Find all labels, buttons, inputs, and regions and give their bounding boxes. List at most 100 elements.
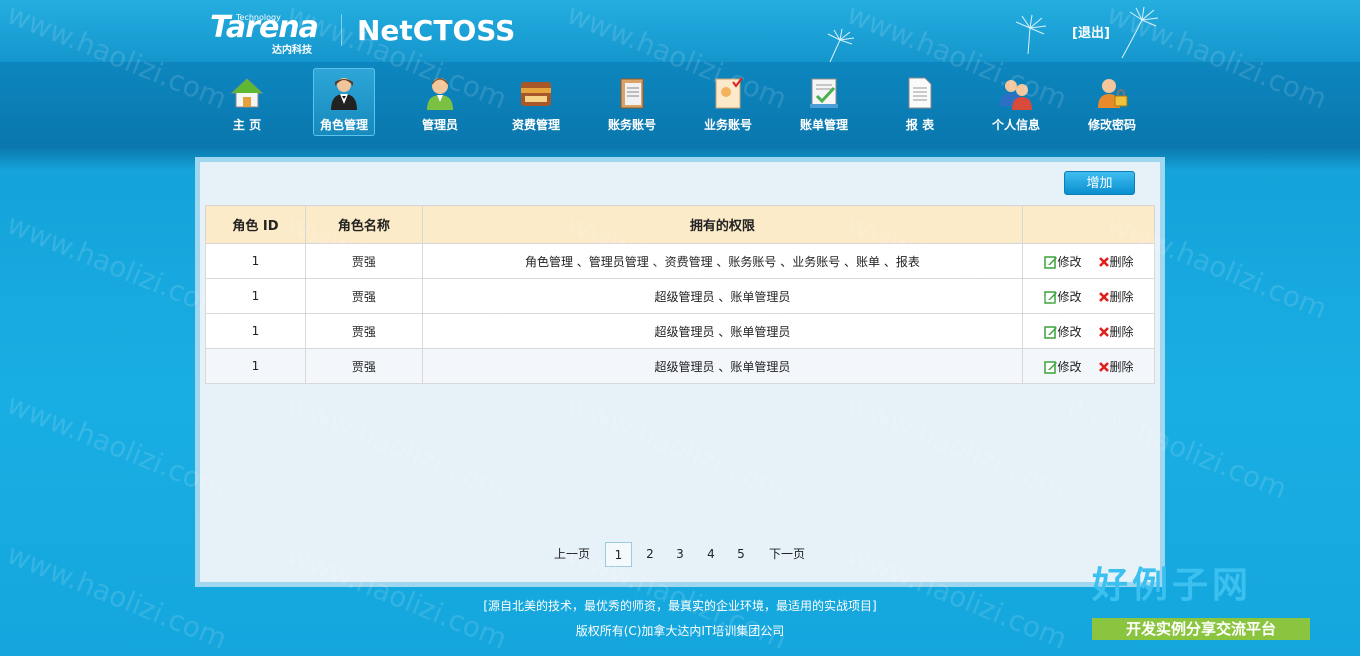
cell-actions: 修改 删除 — [1022, 313, 1155, 349]
table-row: 1 贾强 超级管理员 、账单管理员 修改 删除 — [205, 278, 1155, 314]
product-title: NetCTOSS — [357, 14, 516, 47]
page-link[interactable]: 3 — [673, 542, 687, 567]
nav-label-bill: 账单管理 — [799, 118, 848, 132]
edit-icon — [1043, 256, 1057, 269]
nav-label-user-info: 个人信息 — [991, 118, 1040, 132]
edit-label: 修改 — [1057, 359, 1082, 374]
delete-label: 删除 — [1109, 359, 1134, 374]
nav-item-role[interactable]: 角色管理 — [313, 68, 375, 136]
column-header-actions — [1022, 205, 1155, 244]
next-page-link[interactable]: 下一页 — [767, 542, 807, 567]
table-header-row: 角色 ID 角色名称 拥有的权限 — [205, 205, 1155, 244]
nav-label-fee: 资费管理 — [511, 118, 560, 132]
cell-permissions: 超级管理员 、账单管理员 — [421, 348, 1024, 384]
delete-button[interactable]: 删除 — [1098, 288, 1134, 305]
home-icon — [230, 76, 264, 110]
nav-item-account[interactable]: 账务账号 — [601, 68, 663, 136]
table-row: 1 贾强 角色管理 、管理员管理 、资费管理 、账务账号 、业务账号 、账单 、… — [205, 243, 1155, 279]
cell-actions: 修改 删除 — [1022, 278, 1155, 314]
column-header-role-name: 角色名称 — [304, 205, 423, 244]
add-role-button[interactable]: 增加 — [1064, 171, 1135, 195]
close-icon — [1098, 292, 1109, 302]
password-icon — [1095, 76, 1129, 110]
main-nav — [0, 62, 1360, 148]
delete-label: 删除 — [1109, 254, 1134, 269]
cell-role-name: 贾强 — [304, 278, 423, 314]
cell-role-name: 贾强 — [304, 243, 423, 279]
brand-cn: 达内科技 — [272, 45, 312, 56]
close-icon — [1098, 362, 1109, 372]
table-row: 1 贾强 超级管理员 、账单管理员 修改 删除 — [205, 313, 1155, 349]
watermark-logo: 好例子网 开发实例分享交流平台 — [1092, 556, 1312, 646]
nav-item-home[interactable]: 主 页 — [216, 68, 278, 136]
edit-icon — [1043, 291, 1057, 304]
nav-label-account: 账务账号 — [607, 118, 656, 132]
cell-permissions: 超级管理员 、账单管理员 — [421, 278, 1024, 314]
dandelion-decoration-icon — [827, 28, 855, 62]
cell-role-id: 1 — [205, 243, 306, 279]
cell-permissions: 角色管理 、管理员管理 、资费管理 、账务账号 、业务账号 、账单 、报表 — [421, 243, 1024, 279]
edit-button[interactable]: 修改 — [1043, 358, 1082, 375]
nav-label-admin: 管理员 — [421, 118, 458, 132]
column-header-role-id: 角色 ID — [205, 205, 306, 244]
brand-logo: Tarena — [210, 10, 319, 45]
close-icon — [1098, 327, 1109, 337]
watermark-logo-subtitle: 开发实例分享交流平台 — [1092, 618, 1310, 640]
nav-label-home: 主 页 — [232, 118, 262, 132]
edit-button[interactable]: 修改 — [1043, 253, 1082, 270]
prev-page-link[interactable]: 上一页 — [548, 542, 596, 567]
role-icon — [327, 76, 361, 110]
logo-divider — [341, 14, 342, 46]
service-icon — [711, 76, 745, 110]
nav-item-user-info[interactable]: 个人信息 — [985, 68, 1047, 136]
edit-label: 修改 — [1057, 289, 1082, 304]
delete-label: 删除 — [1109, 324, 1134, 339]
user-info-icon — [999, 76, 1033, 110]
dandelion-decoration-icon — [1015, 14, 1047, 54]
page-link-current[interactable]: 1 — [605, 542, 632, 567]
delete-button[interactable]: 删除 — [1098, 323, 1134, 340]
nav-item-password[interactable]: 修改密码 — [1081, 68, 1143, 136]
nav-item-report[interactable]: 报 表 — [889, 68, 951, 136]
page-link[interactable]: 4 — [704, 542, 718, 567]
dandelion-decoration-icon — [1121, 6, 1159, 58]
nav-item-fee[interactable]: 资费管理 — [505, 68, 567, 136]
cell-role-name: 贾强 — [304, 348, 423, 384]
bill-icon — [807, 76, 841, 110]
delete-label: 删除 — [1109, 289, 1134, 304]
admin-icon — [423, 76, 457, 110]
edit-button[interactable]: 修改 — [1043, 288, 1082, 305]
nav-label-report: 报 表 — [905, 118, 935, 132]
column-header-permissions: 拥有的权限 — [421, 205, 1024, 244]
nav-item-service[interactable]: 业务账号 — [697, 68, 759, 136]
cell-role-id: 1 — [205, 278, 306, 314]
cell-role-id: 1 — [205, 313, 306, 349]
edit-label: 修改 — [1057, 254, 1082, 269]
nav-label-service: 业务账号 — [703, 118, 752, 132]
table-row: 1 贾强 超级管理员 、账单管理员 修改 删除 — [205, 348, 1155, 384]
nav-item-admin[interactable]: 管理员 — [409, 68, 471, 136]
nav-label-role: 角色管理 — [319, 118, 368, 132]
page-link[interactable]: 5 — [734, 542, 748, 567]
nav-item-bill[interactable]: 账单管理 — [793, 68, 855, 136]
edit-label: 修改 — [1057, 324, 1082, 339]
page-link[interactable]: 2 — [643, 542, 657, 567]
cell-actions: 修改 删除 — [1022, 243, 1155, 279]
cell-role-id: 1 — [205, 348, 306, 384]
account-icon — [615, 76, 649, 110]
role-table: 角色 ID 角色名称 拥有的权限 1 贾强 角色管理 、管理员管理 、资费管理 … — [205, 205, 1155, 384]
cell-role-name: 贾强 — [304, 313, 423, 349]
edit-button[interactable]: 修改 — [1043, 323, 1082, 340]
delete-button[interactable]: 删除 — [1098, 358, 1134, 375]
watermark-logo-title: 好例子网 — [1092, 565, 1253, 606]
logout-link[interactable]: [退出] — [1072, 22, 1110, 41]
edit-icon — [1043, 326, 1057, 339]
cell-actions: 修改 删除 — [1022, 348, 1155, 384]
cell-permissions: 超级管理员 、账单管理员 — [421, 313, 1024, 349]
nav-label-password: 修改密码 — [1087, 118, 1136, 132]
edit-icon — [1043, 361, 1057, 374]
close-icon — [1098, 257, 1109, 267]
fee-icon — [519, 76, 553, 110]
delete-button[interactable]: 删除 — [1098, 253, 1134, 270]
report-icon — [903, 76, 937, 110]
